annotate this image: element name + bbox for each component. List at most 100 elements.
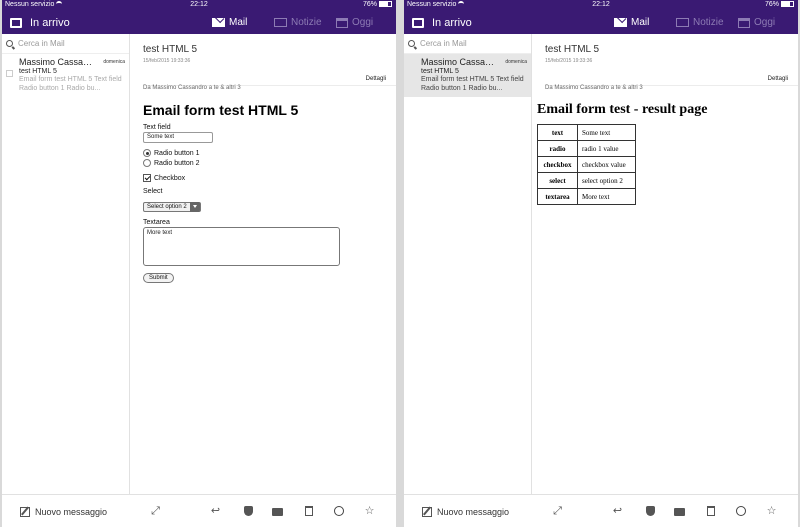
select-checkbox[interactable]	[6, 70, 13, 77]
list-item-sender: Massimo Cassandro	[421, 57, 499, 67]
result-value: More text	[577, 188, 636, 205]
text-field-label: Text field	[143, 124, 171, 131]
mail-screen-result: Nessun servizio 22:12 76% In arrivo Mail…	[404, 0, 798, 527]
new-message-label: Nuovo messaggio	[35, 507, 108, 517]
message-view: test HTML 5 15/feb/2015 19:33:36 Da Mass…	[532, 34, 798, 494]
checkbox[interactable]	[143, 174, 151, 182]
search-icon	[408, 40, 415, 47]
mark-unread-icon[interactable]	[334, 506, 345, 517]
inbox-icon	[10, 17, 22, 28]
move-folder-icon[interactable]	[272, 506, 283, 517]
new-message-button[interactable]: Nuovo messaggio	[20, 507, 107, 517]
list-item-date: domenica	[103, 59, 125, 65]
inbox-icon	[412, 17, 424, 28]
table-row: select select option 2	[537, 172, 636, 189]
new-message-button[interactable]: Nuovo messaggio	[422, 507, 509, 517]
inbox-button[interactable]: In arrivo	[412, 15, 472, 30]
list-item-date: domenica	[505, 59, 527, 65]
battery-percent: 76%	[362, 1, 377, 8]
result-value: checkbox value	[577, 156, 636, 173]
radio-button-unchecked[interactable]	[143, 159, 151, 167]
textarea[interactable]: More text	[143, 227, 340, 266]
new-message-label: Nuovo messaggio	[437, 507, 510, 517]
tab-news[interactable]: Notizie	[676, 15, 724, 30]
message-from: Da Massimo Cassandro a te & altri 3	[143, 85, 241, 91]
star-icon[interactable]: ☆	[766, 506, 777, 517]
result-value: select option 2	[577, 172, 636, 189]
details-link[interactable]: Dettagli	[366, 76, 386, 82]
select-dropdown[interactable]: Select option 2	[143, 202, 201, 212]
mail-screen-form: Nessun servizio 22:12 76% In arrivo Mail…	[2, 0, 396, 527]
trash-icon[interactable]	[304, 506, 315, 517]
spam-shield-icon[interactable]	[645, 506, 656, 517]
tab-mail-label: Mail	[631, 17, 650, 28]
message-view: test HTML 5 15/feb/2015 19:33:36 Da Mass…	[130, 34, 396, 494]
compose-icon	[20, 507, 30, 517]
battery-icon	[781, 1, 794, 7]
reply-icon[interactable]: ↩	[612, 506, 623, 517]
result-key: checkbox	[537, 156, 578, 173]
radio-option-1[interactable]: Radio button 1	[143, 149, 396, 157]
status-bar: Nessun servizio 22:12 76%	[404, 0, 798, 11]
tab-mail[interactable]: Mail	[614, 15, 649, 30]
mark-unread-icon[interactable]	[736, 506, 747, 517]
battery-percent: 76%	[764, 1, 779, 8]
result-key: textarea	[537, 188, 578, 205]
checkbox-option[interactable]: Checkbox	[143, 174, 396, 182]
inbox-button[interactable]: In arrivo	[10, 15, 70, 30]
table-row: radio radio 1 value	[537, 140, 636, 157]
tab-mail[interactable]: Mail	[212, 15, 247, 30]
spam-shield-icon[interactable]	[243, 506, 254, 517]
star-icon[interactable]: ☆	[364, 506, 375, 517]
message-from: Da Massimo Cassandro a te & altri 3	[545, 85, 643, 91]
result-value: Some text	[577, 124, 636, 141]
textarea-label: Textarea	[143, 219, 170, 226]
search-input[interactable]: Cerca in Mail	[404, 34, 531, 54]
tab-mail-label: Mail	[229, 17, 248, 28]
details-link[interactable]: Dettagli	[768, 76, 788, 82]
message-date: 15/feb/2015 19:33:36	[545, 58, 593, 64]
calendar-icon	[738, 17, 750, 28]
text-field[interactable]: Some text	[143, 132, 213, 143]
result-key: text	[537, 124, 578, 141]
list-item-subject: test HTML 5	[19, 68, 57, 75]
tab-today[interactable]: Oggi	[738, 15, 775, 30]
move-folder-icon[interactable]	[674, 506, 685, 517]
result-table: text Some text radio radio 1 value check…	[537, 124, 636, 205]
list-item[interactable]: Massimo Cassandro domenica test HTML 5 E…	[404, 54, 531, 97]
reply-icon[interactable]: ↩	[210, 506, 221, 517]
result-key: radio	[537, 140, 578, 157]
tab-news[interactable]: Notizie	[274, 15, 322, 30]
news-icon	[676, 18, 689, 27]
bottom-toolbar: Nuovo messaggio ⤢ ↩ ☆	[2, 494, 396, 527]
nav-bar: In arrivo Mail Notizie Oggi	[2, 11, 396, 34]
message-date: 15/feb/2015 19:33:36	[143, 58, 191, 64]
radio-option-2[interactable]: Radio button 2	[143, 159, 396, 167]
select-label: Select	[143, 188, 163, 195]
message-list: Cerca in Mail Massimo Cassandro domenica…	[404, 34, 532, 494]
tab-news-label: Notizie	[693, 17, 724, 28]
radio-2-label: Radio button 2	[154, 159, 200, 167]
submit-button[interactable]: Submit	[143, 273, 174, 283]
message-subject: test HTML 5	[545, 44, 600, 55]
compose-icon	[422, 507, 432, 517]
select-value: Select option 2	[147, 204, 187, 210]
table-row: checkbox checkbox value	[537, 156, 636, 173]
list-item-preview: Email form test HTML 5 Text field Radio …	[19, 76, 122, 92]
search-input[interactable]: Cerca in Mail	[2, 34, 129, 54]
clock: 22:12	[592, 1, 610, 8]
expand-icon[interactable]: ⤢	[150, 506, 161, 517]
tab-news-label: Notizie	[291, 17, 322, 28]
tab-today[interactable]: Oggi	[336, 15, 373, 30]
list-item-subject: test HTML 5	[421, 68, 459, 75]
inbox-label: In arrivo	[30, 16, 70, 29]
result-value: radio 1 value	[577, 140, 636, 157]
search-icon	[6, 40, 13, 47]
mail-icon	[212, 18, 225, 27]
expand-icon[interactable]: ⤢	[552, 506, 563, 517]
battery-icon	[379, 1, 392, 7]
list-item-preview: Email form test HTML 5 Text field Radio …	[421, 76, 524, 92]
list-item[interactable]: Massimo Cassandro domenica test HTML 5 E…	[2, 54, 129, 97]
radio-button-checked[interactable]	[143, 149, 151, 157]
trash-icon[interactable]	[706, 506, 717, 517]
